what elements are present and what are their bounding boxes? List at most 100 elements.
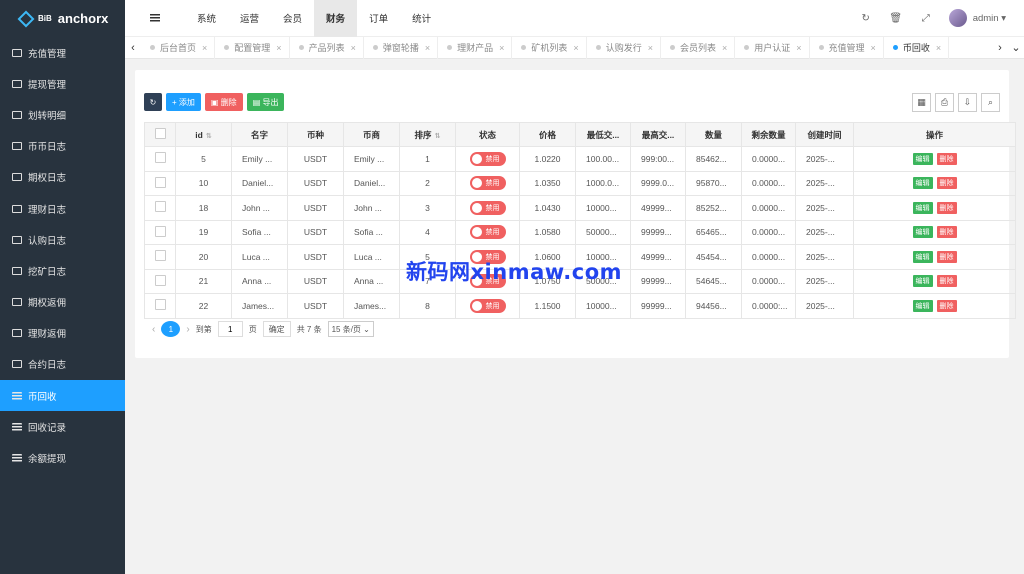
sidebar-item[interactable]: 挖矿日志 (0, 255, 125, 286)
delete-row-button[interactable]: 删除 (936, 201, 957, 214)
tabs-dropdown-icon[interactable]: ⌄ (1008, 41, 1024, 54)
sidebar-item[interactable]: 认购日志 (0, 224, 125, 255)
refresh-button[interactable]: ↻ (144, 93, 162, 111)
close-icon[interactable]: × (202, 43, 207, 53)
column-header[interactable]: 操作 (853, 122, 1016, 147)
delete-row-button[interactable]: 删除 (936, 177, 957, 190)
tab-item[interactable]: 理财产品 × (438, 36, 513, 59)
add-button[interactable]: + 添加 (166, 93, 201, 111)
sidebar-item[interactable]: 余额提现 (0, 442, 125, 473)
next-page-icon[interactable]: › (186, 324, 189, 335)
topnav-item[interactable]: 运营 (228, 0, 271, 37)
sidebar-item[interactable]: 币回收 (0, 380, 125, 412)
table-row[interactable]: 18 John ... USDT John ... 3 禁用 1.0430 10000... 4… (144, 195, 1016, 221)
tab-item[interactable]: 矿机列表 × (512, 36, 587, 59)
row-checkbox[interactable] (154, 152, 166, 164)
columns-icon[interactable]: ▦ (912, 93, 931, 112)
tab-item[interactable]: 后台首页 × (141, 36, 216, 59)
close-icon[interactable]: × (871, 43, 876, 53)
delete-row-button[interactable]: 删除 (936, 275, 957, 288)
sidebar-item[interactable]: 划转明细 (0, 99, 125, 130)
fullscreen-icon[interactable]: ⤢ (911, 13, 941, 24)
column-header[interactable]: 剩余数量 (741, 122, 796, 147)
column-header[interactable]: 状态 (455, 122, 520, 147)
column-header[interactable]: id ⇅ (175, 122, 232, 147)
tabs-next-button[interactable]: › (992, 42, 1008, 54)
export-button[interactable]: ▤ 导出 (246, 93, 285, 111)
tab-item[interactable]: 充值管理 × (810, 36, 884, 59)
brand[interactable]: BiB anchorx (0, 0, 125, 37)
row-checkbox[interactable] (154, 274, 166, 286)
delete-row-button[interactable]: 删除 (936, 152, 957, 165)
sidebar-item[interactable]: 回收记录 (0, 411, 125, 442)
column-header[interactable]: 最低交... (575, 122, 631, 147)
delete-button[interactable]: ▣ 删除 (204, 93, 243, 111)
edit-button[interactable]: 编辑 (912, 177, 933, 190)
export-tool-icon[interactable]: ⇩ (958, 93, 977, 112)
status-toggle[interactable]: 禁用 (469, 200, 506, 215)
column-header[interactable]: 币商 (343, 122, 400, 147)
user-menu[interactable]: admin ▾ (973, 13, 1006, 24)
tab-item[interactable]: 配置管理 × (215, 36, 290, 59)
status-toggle[interactable]: 禁用 (469, 176, 506, 191)
delete-row-button[interactable]: 删除 (936, 299, 957, 312)
topnav-item[interactable]: 订单 (357, 0, 400, 37)
close-icon[interactable]: × (351, 43, 356, 53)
tab-item[interactable]: 会员列表 × (661, 36, 736, 59)
refresh-icon[interactable]: ↻ (851, 13, 881, 24)
sidebar-item[interactable]: 理财返佣 (0, 318, 125, 349)
edit-button[interactable]: 编辑 (912, 226, 933, 239)
column-header[interactable]: 创建时间 (795, 122, 854, 147)
table-row[interactable]: 19 Sofia ... USDT Sofia ... 4 禁用 1.0580 50000..… (144, 219, 1016, 245)
column-header[interactable]: 币种 (287, 122, 344, 147)
row-checkbox[interactable] (154, 225, 166, 237)
tab-item[interactable]: 产品列表 × (290, 36, 364, 59)
row-checkbox[interactable] (154, 201, 166, 213)
delete-row-button[interactable]: 删除 (936, 250, 957, 263)
tab-item[interactable]: 币回收 × (884, 36, 950, 59)
trash-icon[interactable]: 🗑 (881, 13, 911, 24)
column-header[interactable]: 排序 ⇅ (399, 122, 456, 147)
close-icon[interactable]: × (276, 43, 281, 53)
status-toggle[interactable]: 禁用 (469, 225, 506, 240)
current-page[interactable]: 1 (161, 321, 181, 337)
search-icon[interactable]: ⌕ (981, 93, 1000, 112)
tabs-prev-button[interactable]: ‹ (125, 42, 141, 54)
row-checkbox[interactable] (154, 250, 166, 262)
tab-item[interactable]: 用户认证 × (735, 36, 810, 59)
close-icon[interactable]: × (499, 43, 504, 53)
page-size-select[interactable]: 15 条/页 ⌄ (327, 321, 374, 337)
sidebar-item[interactable]: 币币日志 (0, 131, 125, 162)
topnav-item[interactable]: 系统 (185, 0, 228, 37)
avatar[interactable] (948, 9, 967, 27)
goto-page-input[interactable] (217, 321, 243, 337)
sidebar-item[interactable]: 合约日志 (0, 349, 125, 380)
edit-button[interactable]: 编辑 (912, 250, 933, 263)
menu-toggle-button[interactable] (125, 14, 185, 22)
sidebar-item[interactable]: 理财日志 (0, 193, 125, 224)
topnav-item[interactable]: 财务 (314, 0, 358, 37)
edit-button[interactable]: 编辑 (912, 201, 933, 214)
row-checkbox[interactable] (154, 176, 166, 188)
column-header[interactable]: 数量 (685, 122, 742, 147)
sort-icon[interactable]: ⇅ (206, 133, 212, 140)
sort-icon[interactable]: ⇅ (435, 133, 441, 140)
edit-button[interactable]: 编辑 (912, 152, 933, 165)
print-icon[interactable]: ⎙ (935, 93, 954, 112)
table-row[interactable]: 22 James... USDT James... 8 禁用 1.1500 10000... 9… (144, 293, 1016, 319)
edit-button[interactable]: 编辑 (912, 299, 933, 312)
sidebar-item[interactable]: 期权返佣 (0, 287, 125, 318)
column-header[interactable]: 最高交... (630, 122, 686, 147)
edit-button[interactable]: 编辑 (912, 275, 933, 288)
close-icon[interactable]: × (425, 43, 430, 53)
close-icon[interactable]: × (573, 43, 578, 53)
tab-item[interactable]: 弹窗轮播 × (364, 36, 439, 59)
status-toggle[interactable]: 禁用 (469, 298, 506, 313)
column-header[interactable]: 名字 (231, 122, 288, 147)
select-all-checkbox[interactable] (154, 128, 166, 139)
topnav-item[interactable]: 统计 (400, 0, 443, 37)
table-row[interactable]: 5 Emily ... USDT Emily ... 1 禁用 1.0220 100.00..… (144, 146, 1016, 172)
column-header[interactable]: 价格 (519, 122, 576, 147)
close-icon[interactable]: × (722, 43, 727, 53)
close-icon[interactable]: × (648, 43, 653, 53)
